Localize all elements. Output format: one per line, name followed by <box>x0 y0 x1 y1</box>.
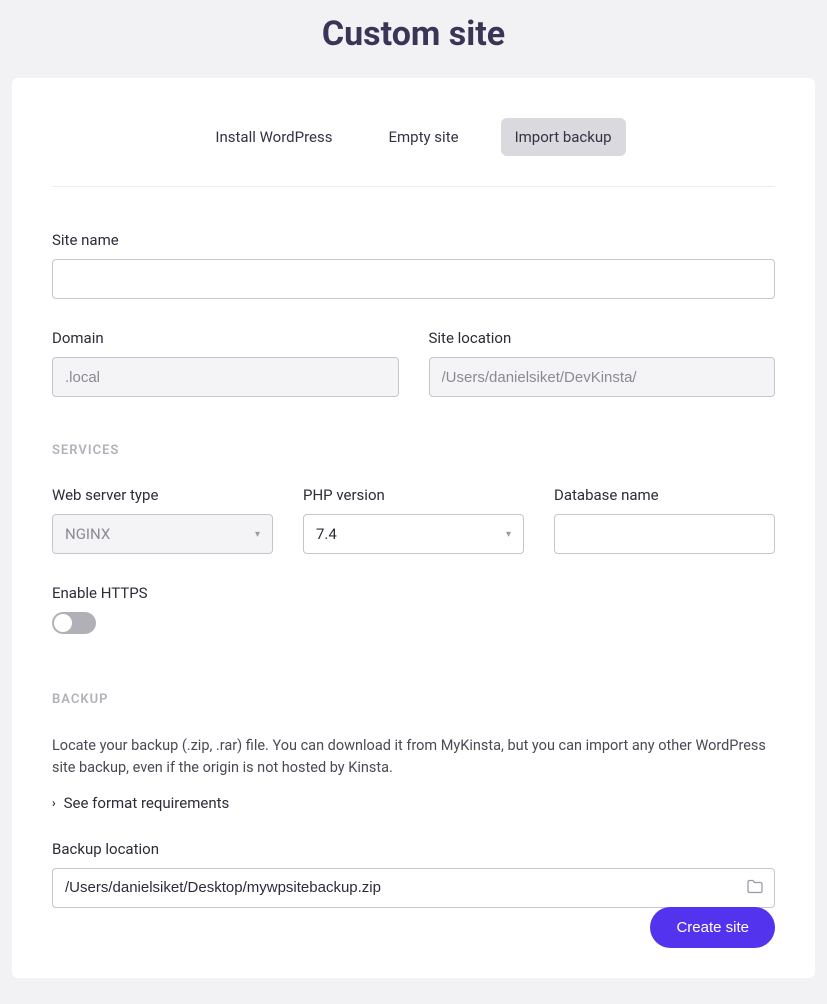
page-title: Custom site <box>0 0 827 78</box>
domain-label: Domain <box>52 329 399 347</box>
php-version-value: 7.4 <box>316 525 337 543</box>
site-location-input[interactable] <box>429 357 776 397</box>
create-site-button[interactable]: Create site <box>650 907 775 948</box>
chevron-right-icon: › <box>52 796 56 810</box>
db-name-input[interactable] <box>554 514 775 554</box>
php-version-select[interactable]: 7.4 ▾ <box>303 514 524 554</box>
backup-heading: BACKUP <box>52 692 775 707</box>
site-location-label: Site location <box>429 329 776 347</box>
enable-https-label: Enable HTTPS <box>52 584 775 602</box>
backup-location-label: Backup location <box>52 840 775 858</box>
form-card: Install WordPress Empty site Import back… <box>12 78 815 978</box>
tab-install-wordpress[interactable]: Install WordPress <box>201 118 346 156</box>
backup-description: Locate your backup (.zip, .rar) file. Yo… <box>52 735 775 780</box>
tabs-container: Install WordPress Empty site Import back… <box>52 118 775 187</box>
chevron-down-icon: ▾ <box>506 529 511 540</box>
backup-location-input[interactable] <box>52 868 775 908</box>
php-version-label: PHP version <box>303 486 524 504</box>
enable-https-toggle[interactable] <box>52 612 96 634</box>
db-name-label: Database name <box>554 486 775 504</box>
web-server-label: Web server type <box>52 486 273 504</box>
tab-import-backup[interactable]: Import backup <box>501 118 626 156</box>
site-name-input[interactable] <box>52 259 775 299</box>
web-server-value: NGINX <box>65 525 110 543</box>
domain-input[interactable] <box>52 357 399 397</box>
tab-empty-site[interactable]: Empty site <box>374 118 472 156</box>
chevron-down-icon: ▾ <box>255 529 260 540</box>
see-format-requirements-link[interactable]: › See format requirements <box>52 794 229 812</box>
services-heading: SERVICES <box>52 443 775 458</box>
see-format-requirements-label: See format requirements <box>64 794 230 812</box>
site-name-label: Site name <box>52 231 775 249</box>
web-server-select[interactable]: NGINX ▾ <box>52 514 273 554</box>
